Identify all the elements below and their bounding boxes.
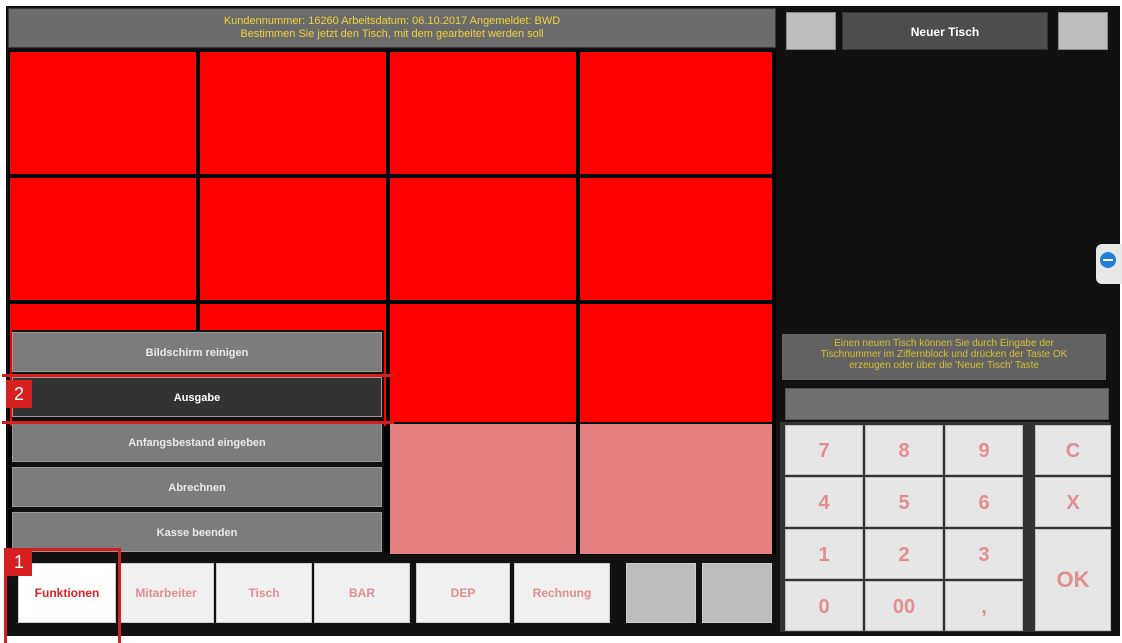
key-0[interactable]: 0	[785, 581, 863, 631]
menu-item-close-register[interactable]: Kasse beenden	[12, 512, 382, 552]
menu-item-opening-balance[interactable]: Anfangsbestand eingeben	[12, 422, 382, 462]
key-comma[interactable]: ,	[945, 581, 1023, 631]
info-text: Einen neuen Tisch können Sie durch Einga…	[782, 334, 1106, 380]
table-cell[interactable]	[200, 52, 386, 174]
left-square-button[interactable]	[786, 12, 836, 50]
menu-item-settle[interactable]: Abrechnen	[12, 467, 382, 507]
key-9[interactable]: 9	[945, 425, 1023, 475]
new-table-button[interactable]: Neuer Tisch	[842, 12, 1048, 50]
key-7[interactable]: 7	[785, 425, 863, 475]
key-5[interactable]: 5	[865, 477, 943, 527]
teamviewer-icon[interactable]	[1096, 244, 1122, 284]
table-cell[interactable]	[200, 178, 386, 300]
functions-menu: Bildschirm reinigen Ausgabe Anfangsbesta…	[12, 330, 384, 558]
key-8[interactable]: 8	[865, 425, 943, 475]
tab-bar[interactable]: BAR	[314, 563, 410, 623]
status-header: Kundennummer: 16260 Arbeitsdatum: 06.10.…	[8, 8, 776, 48]
right-square-button[interactable]	[1058, 12, 1108, 50]
tab-table[interactable]: Tisch	[216, 563, 312, 623]
ok-button[interactable]: OK	[1035, 529, 1111, 631]
tab-dep[interactable]: DEP	[416, 563, 510, 623]
table-cell[interactable]	[390, 52, 576, 174]
key-2[interactable]: 2	[865, 529, 943, 579]
table-cell[interactable]	[10, 52, 196, 174]
key-1[interactable]: 1	[785, 529, 863, 579]
key-6[interactable]: 6	[945, 477, 1023, 527]
table-cell[interactable]	[390, 304, 576, 422]
table-cell[interactable]	[580, 178, 772, 300]
menu-item-clean-screen[interactable]: Bildschirm reinigen	[12, 332, 382, 372]
key-4[interactable]: 4	[785, 477, 863, 527]
header-line-1: Kundennummer: 16260 Arbeitsdatum: 06.10.…	[223, 15, 561, 27]
callout-2-badge: 2	[6, 380, 32, 408]
key-3[interactable]: 3	[945, 529, 1023, 579]
tab-invoice[interactable]: Rechnung	[514, 563, 610, 623]
info-line-3: erzeugen oder über die 'Neuer Tisch' Tas…	[849, 360, 1039, 371]
info-line-2: Tischnummer im Ziffernblock und drücken …	[820, 349, 1068, 360]
callout-1-badge: 1	[6, 548, 32, 576]
callout-2-line-bottom	[2, 421, 394, 424]
tab-functions[interactable]: Funktionen	[18, 563, 116, 623]
table-cell[interactable]	[390, 424, 576, 554]
table-cell[interactable]	[580, 52, 772, 174]
table-cell[interactable]	[10, 178, 196, 300]
table-cell[interactable]	[580, 304, 772, 422]
table-cell[interactable]	[580, 424, 772, 554]
number-display	[785, 388, 1109, 420]
right-toolbar: Neuer Tisch	[780, 8, 1108, 50]
callout-1-line-right	[118, 548, 121, 643]
callout-2-line-top	[2, 374, 394, 377]
clear-button[interactable]: C	[1035, 425, 1111, 475]
key-00[interactable]: 00	[865, 581, 943, 631]
tab-blank-2[interactable]	[702, 563, 772, 623]
cancel-button[interactable]: X	[1035, 477, 1111, 527]
header-line-2: Bestimmen Sie jetzt den Tisch, mit dem g…	[240, 28, 544, 40]
tab-blank-1[interactable]	[626, 563, 696, 623]
table-cell[interactable]	[390, 178, 576, 300]
info-line-1: Einen neuen Tisch können Sie durch Einga…	[834, 338, 1054, 349]
table-detail-panel	[782, 50, 1106, 332]
tab-staff[interactable]: Mitarbeiter	[118, 563, 214, 623]
menu-item-output[interactable]: Ausgabe	[12, 377, 382, 417]
